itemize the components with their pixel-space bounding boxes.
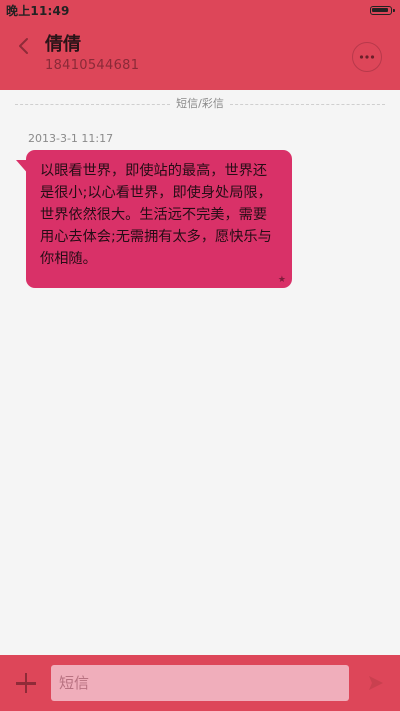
more-dots-icon	[359, 55, 375, 59]
battery-icon	[370, 6, 395, 15]
separator-line-right	[230, 104, 385, 105]
contact-number[interactable]: 18410544681	[45, 58, 139, 74]
battery-level	[372, 8, 389, 12]
message-text: 以眼看世界，即使站的最高，世界还是很小;以心看世界，即使身处局限，世界依然很大。…	[40, 163, 272, 267]
message-bubble[interactable]: 以眼看世界，即使站的最高，世界还是很小;以心看世界，即使身处局限，世界依然很大。…	[26, 150, 292, 288]
message-timestamp: 2013-3-1 11:17	[28, 132, 114, 145]
compose-bar	[0, 655, 400, 711]
star-icon: ★	[277, 275, 286, 285]
chevron-left-icon	[19, 38, 28, 54]
back-button[interactable]	[10, 32, 38, 60]
separator-label: 短信/彩信	[176, 97, 224, 110]
send-icon	[369, 676, 383, 690]
plus-icon-vertical	[24, 673, 28, 693]
separator-line-left	[15, 104, 170, 105]
battery-tip	[393, 9, 395, 12]
sms-mms-separator: 短信/彩信	[15, 96, 385, 112]
more-button[interactable]	[352, 42, 382, 72]
add-attachment-button[interactable]	[14, 671, 38, 695]
status-time: 晚上11:49	[6, 4, 70, 18]
conversation-header: 倩倩 18410544681	[0, 22, 400, 90]
sms-conversation-screen: 晚上11:49 倩倩 18410544681 短信/彩信 2013-3-1 11…	[0, 0, 400, 711]
status-bar: 晚上11:49	[0, 0, 400, 22]
message-input[interactable]	[51, 665, 349, 701]
send-button[interactable]	[366, 673, 386, 693]
contact-name[interactable]: 倩倩	[45, 34, 81, 56]
message-item[interactable]: 以眼看世界，即使站的最高，世界还是很小;以心看世界，即使身处局限，世界依然很大。…	[14, 150, 296, 290]
